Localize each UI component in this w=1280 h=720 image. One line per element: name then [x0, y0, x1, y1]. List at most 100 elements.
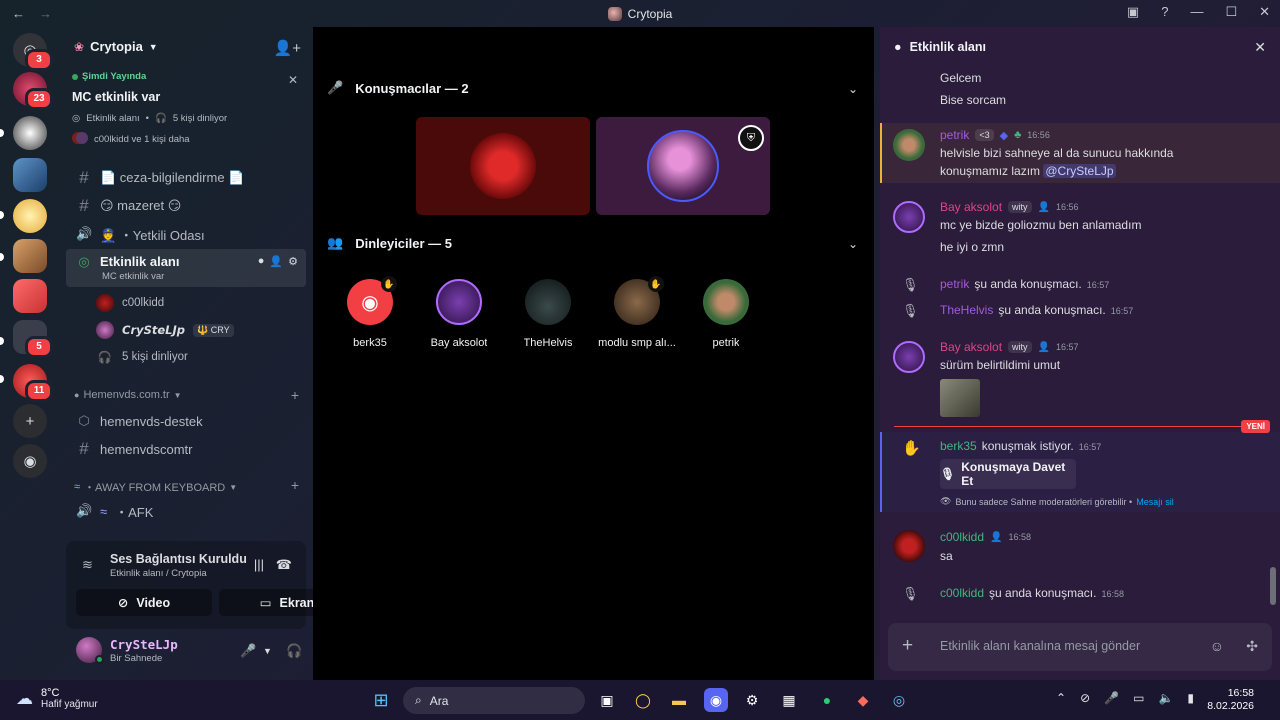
- discord-taskbar-icon[interactable]: ◉: [704, 688, 728, 712]
- voice-status[interactable]: Ses Bağlantısı Kuruldu: [110, 552, 247, 566]
- invite-people-icon[interactable]: 👤+: [274, 39, 301, 57]
- voice-user[interactable]: 𝘾𝙧𝙮𝙎𝙩𝙚𝙇𝙅𝙥 🔱 CRY: [96, 319, 234, 341]
- folder-icon[interactable]: ▬: [667, 688, 691, 712]
- message-input-box[interactable]: + Etkinlik alanı kanalına mesaj gönder ☺…: [888, 623, 1272, 671]
- add-member-icon[interactable]: 👤: [269, 255, 283, 268]
- listening-count[interactable]: 🎧 5 kişi dinliyor: [96, 346, 188, 368]
- server-icon[interactable]: 23: [13, 72, 53, 110]
- listener-petrik[interactable]: petrik: [684, 279, 768, 349]
- server-icon[interactable]: [13, 239, 47, 273]
- image-attachment[interactable]: [940, 379, 980, 417]
- listeners-header[interactable]: 👥 Dinleyiciler — 5: [327, 235, 452, 251]
- listener-berk35[interactable]: ◉ ✋ berk35: [328, 276, 412, 349]
- listener-bay-aksolot[interactable]: Bay aksolot: [417, 279, 501, 349]
- avatar[interactable]: [893, 341, 925, 373]
- close-icon[interactable]: ✕: [1254, 39, 1266, 56]
- inbox-icon[interactable]: ▣: [1127, 4, 1139, 20]
- discord-home-button[interactable]: ◎ 3: [13, 33, 53, 71]
- headphones-icon[interactable]: 🎧: [286, 643, 302, 659]
- settings-gear-icon[interactable]: ⚙: [288, 255, 298, 268]
- message-input-placeholder[interactable]: Etkinlik alanı kanalına mesaj gönder: [940, 639, 1140, 653]
- chevron-down-icon[interactable]: ▼: [263, 646, 272, 656]
- app-icon[interactable]: ◆: [851, 688, 875, 712]
- ephemeral-note: 👁 Bunu sadece Sahne moderatörleri görebi…: [940, 496, 1174, 507]
- channel-mazeret[interactable]: # 😏 mazeret 😏: [66, 193, 306, 219]
- forward-arrow-icon[interactable]: →: [39, 6, 52, 21]
- voice-channel-path[interactable]: Etkinlik alanı / Crytopia: [110, 568, 207, 579]
- store-icon[interactable]: ▦: [777, 688, 801, 712]
- server-icon[interactable]: [13, 116, 47, 150]
- chat-scrollbar[interactable]: [1270, 567, 1276, 605]
- user-name[interactable]: CrySteLJp: [110, 637, 178, 652]
- microphone-icon[interactable]: 🎤: [1104, 691, 1119, 705]
- server-folder[interactable]: 5: [13, 320, 53, 358]
- taskbar-search[interactable]: ⌕ Ara: [403, 687, 585, 714]
- speakers-header[interactable]: 🎤 Konuşmacılar — 2: [327, 80, 469, 96]
- channel-hemenvdscomtr[interactable]: # hemenvdscomtr: [66, 436, 306, 462]
- apps-icon[interactable]: ✣: [1246, 638, 1258, 655]
- message-author[interactable]: petrik: [940, 128, 969, 142]
- monitor-icon[interactable]: ▭: [1133, 691, 1144, 705]
- server-icon[interactable]: 11: [13, 364, 53, 402]
- clock[interactable]: 16:58 8.02.2026: [1207, 687, 1254, 713]
- server-header[interactable]: ❀ Crytopia ▼: [74, 39, 158, 54]
- message-author[interactable]: Bay aksolot: [940, 200, 1002, 214]
- avatar[interactable]: [893, 129, 925, 161]
- listener-thehelvis[interactable]: TheHelvis: [506, 279, 590, 349]
- add-attachment-icon[interactable]: +: [902, 635, 913, 657]
- help-icon[interactable]: ?: [1161, 4, 1168, 20]
- message-author[interactable]: c00lkidd: [940, 530, 984, 544]
- windows-start-icon[interactable]: ⊞: [369, 688, 393, 712]
- invite-to-speak-button[interactable]: 🎙 Konuşmaya Davet Et: [940, 459, 1076, 489]
- live-event-card[interactable]: Şimdi Yayında ✕ MC etkinlik var ◎ Etkinl…: [72, 71, 302, 147]
- channel-ceza[interactable]: # 📄 ceza-bilgilendirme 📄: [66, 165, 306, 191]
- speaker-tile-c00lkidd[interactable]: [416, 117, 590, 215]
- weather-widget[interactable]: ☁ 8°C Hafif yağmur: [16, 687, 98, 710]
- message-author[interactable]: Bay aksolot: [940, 340, 1002, 354]
- user-mention[interactable]: @CrySteLJp: [1043, 164, 1116, 178]
- chevron-down-icon[interactable]: ⌄: [848, 82, 858, 96]
- stage-area: 🎤 Konuşmacılar — 2 ⌄ ⛨ 👥 Dinleyiciler — …: [313, 27, 874, 680]
- volume-icon[interactable]: 🔈: [1158, 691, 1173, 705]
- steam-icon[interactable]: ◎: [887, 688, 911, 712]
- add-channel-icon[interactable]: +: [291, 477, 299, 493]
- close-window-icon[interactable]: ✕: [1259, 4, 1270, 20]
- battery-icon[interactable]: ▮: [1187, 691, 1194, 705]
- avatar[interactable]: [893, 201, 925, 233]
- server-icon[interactable]: [13, 279, 47, 313]
- settings-gear-icon[interactable]: ⚙: [740, 688, 764, 712]
- category-afk[interactable]: ≈ ・AWAY FROM KEYBOARD ▼: [74, 479, 237, 495]
- listener-modlu-smp[interactable]: ✋ modlu smp alı...: [595, 276, 679, 349]
- signal-icon[interactable]: ≋: [82, 557, 93, 573]
- chat-bubble-icon[interactable]: ●: [258, 255, 265, 268]
- channel-yetkili[interactable]: 🔊 👮 ・Yetkili Odası: [66, 221, 306, 247]
- browser-icon[interactable]: ◯: [631, 688, 655, 712]
- delete-message-link[interactable]: Mesajı sil: [1136, 497, 1174, 507]
- maximize-icon[interactable]: ☐: [1225, 4, 1237, 20]
- microphone-icon[interactable]: 🎤: [240, 643, 256, 659]
- channel-hemenvds-destek[interactable]: ⬡ hemenvds-destek: [66, 408, 306, 434]
- back-arrow-icon[interactable]: ←: [12, 6, 25, 21]
- add-server-button[interactable]: +: [13, 404, 47, 438]
- minimize-icon[interactable]: —: [1190, 4, 1203, 20]
- chevron-up-icon[interactable]: ⌃: [1056, 691, 1066, 705]
- close-icon[interactable]: ✕: [288, 73, 298, 87]
- channel-etkinlik-alani[interactable]: ◎ Etkinlik alanı MC etkinlik var ● 👤 ⚙: [66, 249, 306, 287]
- disconnect-icon[interactable]: ☎: [276, 557, 292, 573]
- discover-button[interactable]: ◉: [13, 444, 47, 478]
- avatar[interactable]: [893, 530, 925, 562]
- category-hemenvds[interactable]: ● Hemenvds.com.tr ▼: [74, 389, 182, 401]
- server-icon[interactable]: [13, 158, 47, 192]
- video-button[interactable]: ⊘ Video: [76, 589, 212, 616]
- channel-afk[interactable]: 🔊 ≈ ・AFK: [66, 498, 306, 524]
- emoji-icon[interactable]: ☺: [1210, 638, 1224, 654]
- game-launcher-icon[interactable]: ●: [815, 688, 839, 712]
- network-icon[interactable]: ⊘: [1080, 691, 1090, 705]
- noise-suppression-icon[interactable]: |||: [254, 557, 264, 572]
- speaker-tile-crystel[interactable]: ⛨: [596, 117, 770, 215]
- task-view-icon[interactable]: ▣: [595, 688, 619, 712]
- voice-user[interactable]: c00lkidd: [96, 292, 164, 314]
- chevron-down-icon[interactable]: ⌄: [848, 237, 858, 251]
- add-channel-icon[interactable]: +: [291, 387, 299, 403]
- server-icon[interactable]: [13, 199, 47, 233]
